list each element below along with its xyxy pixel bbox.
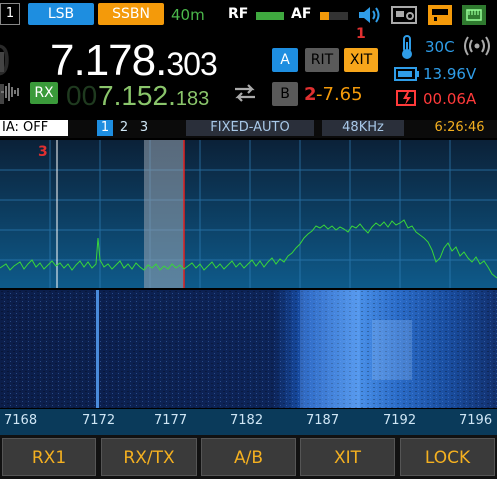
power-plug-icon xyxy=(395,88,421,112)
frequency-axis: 7168 7172 7177 7182 7187 7192 7196 xyxy=(0,409,497,435)
axis-tick: 7168 xyxy=(4,413,38,428)
page-2-tab[interactable]: 2 xyxy=(116,120,132,136)
lan-icon[interactable] xyxy=(460,3,488,31)
waterfall-display[interactable] xyxy=(0,290,497,408)
battery-icon xyxy=(394,66,420,86)
axis-tick: 7196 xyxy=(459,413,493,428)
spectrum-plot[interactable] xyxy=(0,140,497,288)
rf-label: RF xyxy=(228,6,249,22)
thermometer-icon xyxy=(398,34,416,64)
marker-3: 3 xyxy=(38,144,48,160)
device-icon[interactable] xyxy=(390,3,418,31)
axis-tick: 7187 xyxy=(306,413,340,428)
rf-gain-bar[interactable] xyxy=(256,12,284,20)
xit-bottom-button[interactable]: XIT xyxy=(300,438,395,476)
marker-1: 1 xyxy=(356,26,366,42)
mode-ssbn-button[interactable]: SSBN xyxy=(98,3,164,25)
xit-button[interactable]: XIT xyxy=(344,48,378,72)
rx1-button[interactable]: RX1 xyxy=(2,438,96,476)
vfo-a-button[interactable]: A xyxy=(272,48,298,72)
band-label[interactable]: 40m xyxy=(171,6,205,24)
main-frequency-minor: 303 xyxy=(166,46,217,82)
mode-lsb-button[interactable]: LSB xyxy=(28,3,94,25)
rit-button[interactable]: RIT xyxy=(305,48,339,72)
sub-frequency-major: 7.152. xyxy=(98,80,176,111)
main-frequency[interactable]: 7.178.303 xyxy=(50,36,218,86)
axis-tick: 7182 xyxy=(230,413,264,428)
vfo-b-button[interactable]: B xyxy=(272,82,298,106)
voltage-value: 13.96V xyxy=(423,65,477,83)
temperature-value: 30C xyxy=(425,38,455,56)
sub-freq-trail: 00 xyxy=(66,80,98,111)
vfo-index-box[interactable]: 1 xyxy=(0,3,20,25)
memory-card-icon[interactable] xyxy=(426,3,454,31)
lock-button[interactable]: LOCK xyxy=(400,438,495,476)
ia-status[interactable]: IA: OFF xyxy=(0,120,68,136)
clock: 6:26:46 xyxy=(434,120,485,135)
af-gain-bar[interactable] xyxy=(320,12,348,20)
scope-mode[interactable]: FIXED-AUTO xyxy=(186,120,314,136)
sub-frequency-minor: 183 xyxy=(175,88,210,110)
main-frequency-major: 7.178. xyxy=(50,36,167,85)
ab-button[interactable]: A/B xyxy=(201,438,296,476)
left-bracket-upper xyxy=(0,52,4,72)
axis-tick: 7192 xyxy=(383,413,417,428)
sub-frequency[interactable]: 7.152.183 xyxy=(98,80,209,112)
scope-bandwidth[interactable]: 48KHz xyxy=(322,120,404,136)
offset-value[interactable]: -7.65 xyxy=(316,84,363,105)
rx-tx-button[interactable]: RX/TX xyxy=(101,438,197,476)
status-bar: IA: OFF 1 2 3 FIXED-AUTO 48KHz 6:26:46 xyxy=(0,120,497,138)
antenna-icon xyxy=(462,36,492,60)
swap-icon[interactable] xyxy=(232,82,258,108)
axis-tick: 7172 xyxy=(82,413,116,428)
af-label: AF xyxy=(291,6,312,22)
bottom-button-bar: RX1 RX/TX A/B XIT LOCK xyxy=(0,435,497,479)
axis-tick: 7177 xyxy=(154,413,188,428)
page-3-tab[interactable]: 3 xyxy=(136,120,152,136)
marker-2: 2 xyxy=(304,84,317,105)
rx-button[interactable]: RX xyxy=(30,82,58,104)
waveform-icon xyxy=(0,80,22,108)
page-1-tab[interactable]: 1 xyxy=(97,120,113,136)
current-value: 00.06A xyxy=(423,90,477,108)
